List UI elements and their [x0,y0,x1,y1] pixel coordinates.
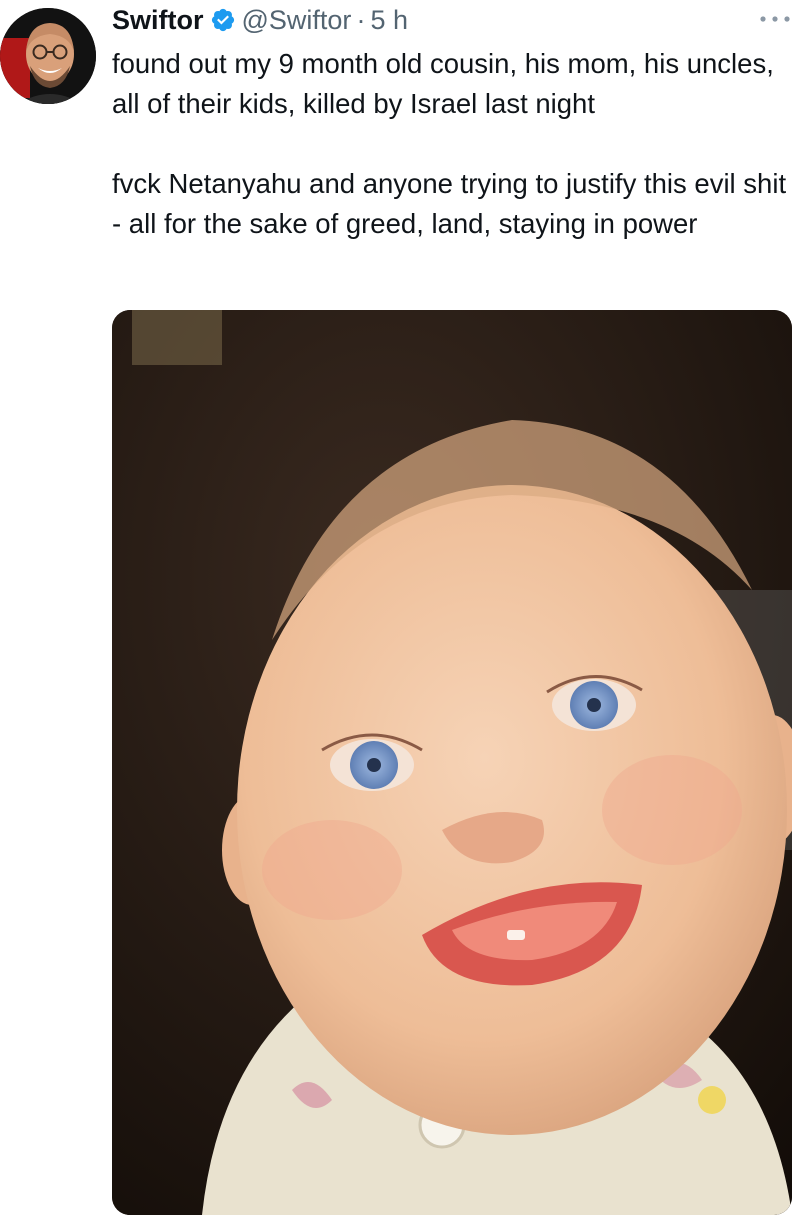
timestamp[interactable]: 5 h [370,5,408,36]
tweet-media-photo[interactable] [112,310,792,1215]
tweet-header: Swiftor @Swiftor · 5 h [112,2,408,38]
user-handle[interactable]: @Swiftor [242,5,352,36]
separator-dot: · [356,4,366,35]
tweet-text: found out my 9 month old cousin, his mom… [112,44,802,244]
more-options-icon[interactable] [758,12,792,26]
verified-badge-icon [210,7,236,33]
tweet: Swiftor @Swiftor · 5 h found out my 9 mo… [0,0,810,1215]
tweet-text-paragraph: found out my 9 month old cousin, his mom… [112,48,774,119]
display-name[interactable]: Swiftor [112,5,204,36]
profile-avatar[interactable] [0,8,96,104]
tweet-text-paragraph: fvck Netanyahu and anyone trying to just… [112,168,787,239]
